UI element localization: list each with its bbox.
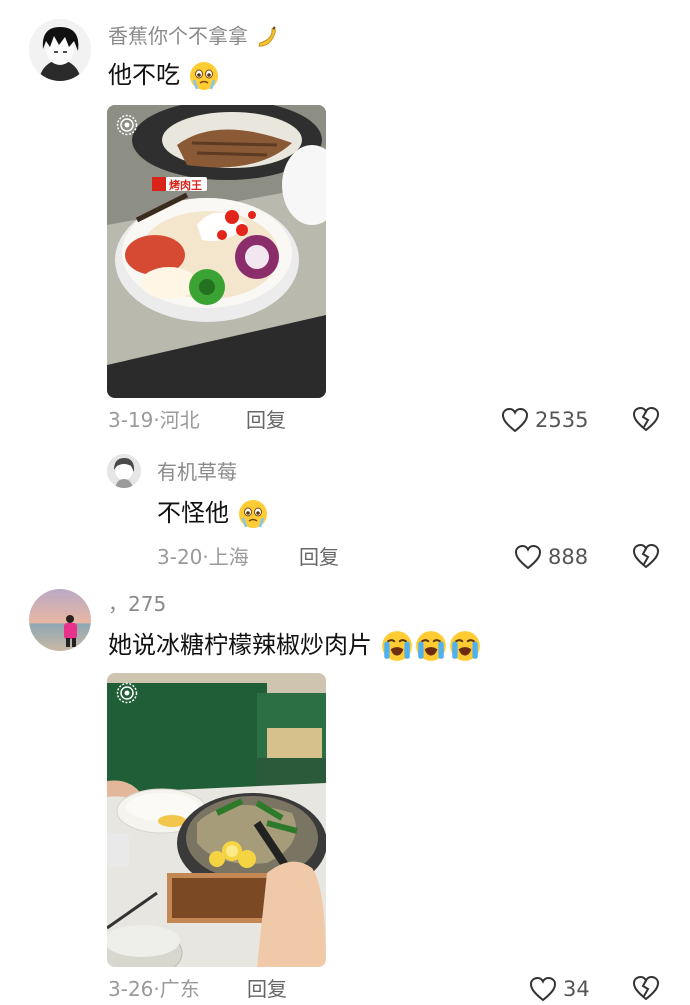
- loudly-crying-emoji: [415, 631, 446, 661]
- avatar[interactable]: [29, 19, 91, 81]
- comment-meta: 3-26·广东: [108, 977, 200, 1001]
- avatar-beach-person-icon: [29, 589, 91, 651]
- dislike-button[interactable]: [632, 543, 660, 573]
- heart-icon: [529, 976, 557, 1002]
- reply-button[interactable]: 回复: [247, 977, 287, 1001]
- food-bowl-photo: 烤肉王: [107, 105, 326, 398]
- avatar[interactable]: [107, 454, 141, 488]
- reply-button[interactable]: 回复: [246, 408, 286, 432]
- avatar-girl-icon: [107, 454, 141, 488]
- comment-image[interactable]: [107, 673, 326, 967]
- crying-face-emoji: [238, 500, 267, 528]
- heart-icon: [501, 407, 529, 433]
- avatar[interactable]: [29, 589, 91, 651]
- broken-heart-icon: [632, 406, 660, 432]
- reply-button[interactable]: 回复: [299, 545, 339, 569]
- dislike-button[interactable]: [632, 406, 660, 436]
- comment-text: 她说冰糖柠檬辣椒炒肉片: [108, 629, 482, 663]
- like-count: 2535: [535, 408, 589, 432]
- comment-username[interactable]: ，275: [108, 592, 166, 616]
- comment-username[interactable]: 香蕉你个不拿拿: [108, 24, 280, 51]
- comment-image[interactable]: 烤肉王: [107, 105, 326, 398]
- banana-icon: [258, 25, 277, 47]
- broken-heart-icon: [632, 975, 660, 1001]
- reply-meta: 3-20·上海: [157, 545, 249, 569]
- reply-text: 不怪他: [157, 498, 269, 530]
- crying-face-emoji: [189, 62, 218, 90]
- heart-icon: [514, 544, 542, 570]
- live-photo-icon: [116, 682, 138, 704]
- like-count: 888: [548, 545, 589, 569]
- loudly-crying-emoji: [381, 631, 412, 661]
- broken-heart-icon: [632, 543, 660, 569]
- like-count: 34: [563, 977, 590, 1001]
- dislike-button[interactable]: [632, 975, 660, 1005]
- live-photo-icon: [116, 114, 138, 136]
- loudly-crying-emoji: [449, 631, 480, 661]
- reply-username[interactable]: 有机草莓: [157, 460, 237, 484]
- restaurant-dish-photo: [107, 673, 326, 967]
- like-button[interactable]: 2535: [501, 405, 588, 435]
- like-button[interactable]: 888: [514, 542, 588, 572]
- comment-text: 他不吃: [108, 60, 220, 92]
- comment-meta: 3-19·河北: [108, 408, 200, 432]
- avatar-anime-boy-icon: [29, 19, 91, 81]
- like-button[interactable]: 34: [529, 974, 590, 1004]
- bowl-brand-label: 烤肉王: [169, 178, 202, 192]
